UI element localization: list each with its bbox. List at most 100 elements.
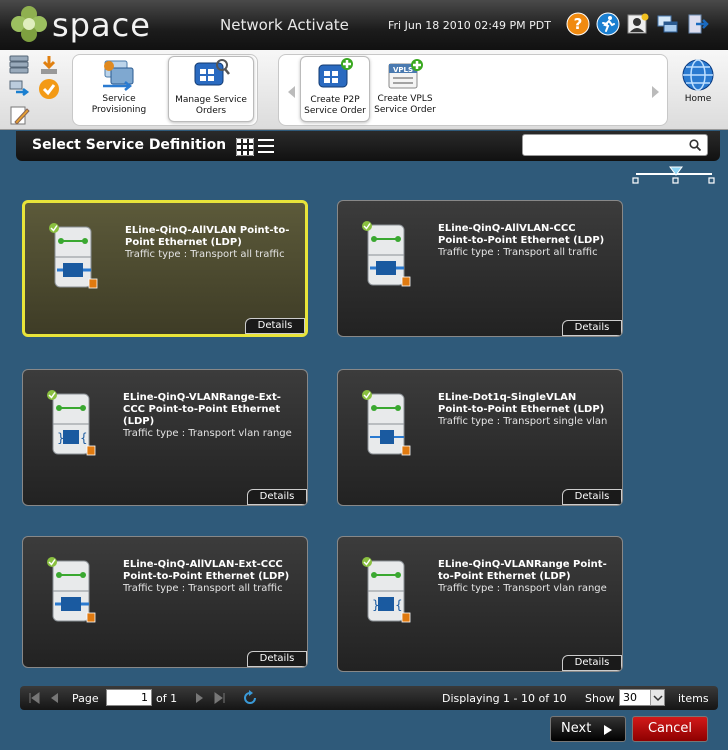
refresh-icon[interactable] [242, 690, 258, 706]
search-input[interactable] [522, 134, 708, 156]
card-title-text: ELine-QinQ-VLANRange-Ext-CCC Point-to-Po… [123, 392, 281, 427]
toolbar: Service Provisioning Manage Service Orde… [0, 50, 728, 130]
page-of-label: of 1 [156, 692, 178, 705]
help-icon-glyph: ? [574, 15, 583, 33]
home-button[interactable]: Home [674, 58, 722, 120]
card-traffic-type: Traffic type : Transport single vlan [438, 416, 608, 427]
service-provisioning-label-1: Service [102, 94, 136, 104]
create-vpls-label-2: Service Order [374, 105, 436, 115]
details-button[interactable]: Details [245, 318, 305, 334]
card-traffic-type: Traffic type : Transport vlan range [438, 583, 607, 594]
service-provisioning-button[interactable]: Service Provisioning [80, 58, 158, 120]
chevron-down-icon[interactable] [650, 690, 664, 705]
next-arrow-icon [604, 725, 612, 735]
card-traffic-type: Traffic type : Transport vlan range [123, 428, 292, 439]
card-traffic-type: Traffic type : Transport all traffic [125, 249, 285, 260]
card-traffic-type: Traffic type : Transport all traffic [438, 247, 598, 258]
card-traffic-type: Traffic type : Transport all traffic [123, 583, 283, 594]
details-button[interactable]: Details [247, 489, 307, 505]
service-card[interactable]: ELine-QinQ-AllVLAN Point-to-Point Ethern… [22, 200, 308, 337]
manage-service-orders-button[interactable]: Manage Service Orders [168, 56, 254, 122]
zoom-small-icon[interactable] [632, 177, 639, 184]
page-title: Select Service Definition [32, 137, 227, 153]
details-button[interactable]: Details [562, 655, 622, 671]
service-card[interactable]: ELine-QinQ-AllVLAN-CCC Point-to-Point Et… [337, 200, 623, 337]
next-page-icon[interactable] [194, 692, 206, 704]
card-title: ELine-QinQ-VLANRange Point-to-Point Ethe… [438, 559, 608, 595]
card-title: ELine-QinQ-AllVLAN-Ext-CCC Point-to-Poin… [123, 559, 293, 595]
service-definition-icon: } { [47, 390, 96, 456]
svg-text:{: { [395, 598, 403, 612]
service-provisioning-icon [103, 60, 134, 91]
grid-view-icon[interactable] [236, 138, 254, 156]
details-button[interactable]: Details [562, 320, 622, 336]
last-page-icon[interactable] [214, 692, 226, 704]
datetime: Fri Jun 18 2010 02:49 PM PDT [388, 19, 551, 32]
items-label: items [678, 692, 709, 705]
service-definition-icon: } { [362, 557, 411, 623]
show-label: Show [585, 692, 615, 705]
windows-icon[interactable] [656, 12, 680, 36]
card-title-text: ELine-QinQ-AllVLAN-Ext-CCC Point-to-Poin… [123, 559, 290, 582]
service-definition-icon [362, 390, 411, 456]
first-page-icon[interactable] [28, 692, 40, 704]
edit-icon[interactable] [8, 104, 30, 126]
card-title-text: ELine-QinQ-VLANRange Point-to-Point Ethe… [438, 559, 607, 582]
page-number-input[interactable] [106, 689, 152, 706]
svg-text:{: { [80, 431, 88, 445]
page-size-select[interactable]: 30 [619, 689, 665, 706]
zoom-large-icon[interactable] [708, 177, 715, 184]
details-button[interactable]: Details [562, 489, 622, 505]
service-provisioning-label-2: Provisioning [91, 105, 147, 115]
card-title-text: ELine-Dot1q-SingleVLAN Point-to-Point Et… [438, 392, 605, 415]
create-p2p-label-2: Service Order [304, 106, 366, 116]
create-vpls-label-1: Create VPLS [377, 94, 433, 104]
service-card[interactable]: ELine-QinQ-AllVLAN-Ext-CCC Point-to-Poin… [22, 536, 308, 668]
create-p2p-service-order-button[interactable]: Create P2P Service Order [300, 56, 370, 122]
zoom-medium-icon[interactable] [672, 177, 679, 184]
service-definition-icon [362, 221, 411, 287]
help-icon[interactable]: ? [566, 12, 590, 36]
transfer-icon[interactable] [8, 78, 30, 100]
card-title: ELine-QinQ-AllVLAN Point-to-Point Ethern… [125, 225, 295, 261]
displaying-count: Displaying 1 - 10 of 10 [442, 692, 567, 705]
create-p2p-icon [318, 58, 353, 88]
home-label: Home [684, 94, 712, 104]
card-title-text: ELine-QinQ-AllVLAN-CCC Point-to-Point Et… [438, 223, 605, 246]
list-view-icon[interactable] [258, 139, 274, 153]
check-icon[interactable] [38, 78, 60, 100]
pagination-bar: Page of 1 Displaying 1 - 10 of 10 Show 3… [20, 686, 718, 710]
service-card[interactable]: ELine-Dot1q-SingleVLAN Point-to-Point Et… [337, 369, 623, 506]
search-icon[interactable] [689, 139, 701, 151]
create-p2p-label-1: Create P2P [310, 95, 360, 105]
runner-icon[interactable] [596, 12, 620, 36]
user-icon[interactable] [626, 12, 650, 36]
space-logo: space [8, 4, 150, 46]
scroll-right-arrow-icon[interactable] [652, 86, 659, 98]
logout-icon[interactable] [686, 12, 710, 36]
page-size-value: 30 [623, 691, 637, 704]
service-definition-icon [47, 557, 96, 623]
globe-icon [682, 59, 714, 91]
card-title: ELine-Dot1q-SingleVLAN Point-to-Point Et… [438, 392, 608, 428]
create-vpls-service-order-button[interactable]: VPLS Create VPLS Service Order [366, 58, 444, 120]
space-logo-icon [11, 6, 47, 42]
download-icon[interactable] [38, 54, 60, 76]
app-title: Network Activate [220, 16, 349, 34]
zoom-slider[interactable] [632, 166, 716, 186]
scroll-left-arrow-icon[interactable] [288, 86, 295, 98]
vpls-badge-text: VPLS [393, 66, 413, 74]
next-button-label: Next [561, 721, 592, 736]
top-header: space Network Activate Fri Jun 18 2010 0… [0, 0, 728, 50]
svg-text:}: } [372, 598, 380, 612]
service-card[interactable]: } { ELine-QinQ-VLANRange-Ext-CCC Point-t… [22, 369, 308, 506]
create-vpls-icon: VPLS [388, 59, 423, 89]
cancel-button[interactable]: Cancel [632, 716, 708, 742]
manage-service-orders-icon [194, 59, 230, 86]
details-button[interactable]: Details [247, 651, 307, 667]
title-bar: Select Service Definition [16, 131, 720, 161]
next-button[interactable]: Next [550, 716, 626, 742]
service-card[interactable]: } { ELine-QinQ-VLANRange Point-to-Point … [337, 536, 623, 672]
prev-page-icon[interactable] [48, 692, 60, 704]
server-stack-icon[interactable] [8, 54, 30, 76]
